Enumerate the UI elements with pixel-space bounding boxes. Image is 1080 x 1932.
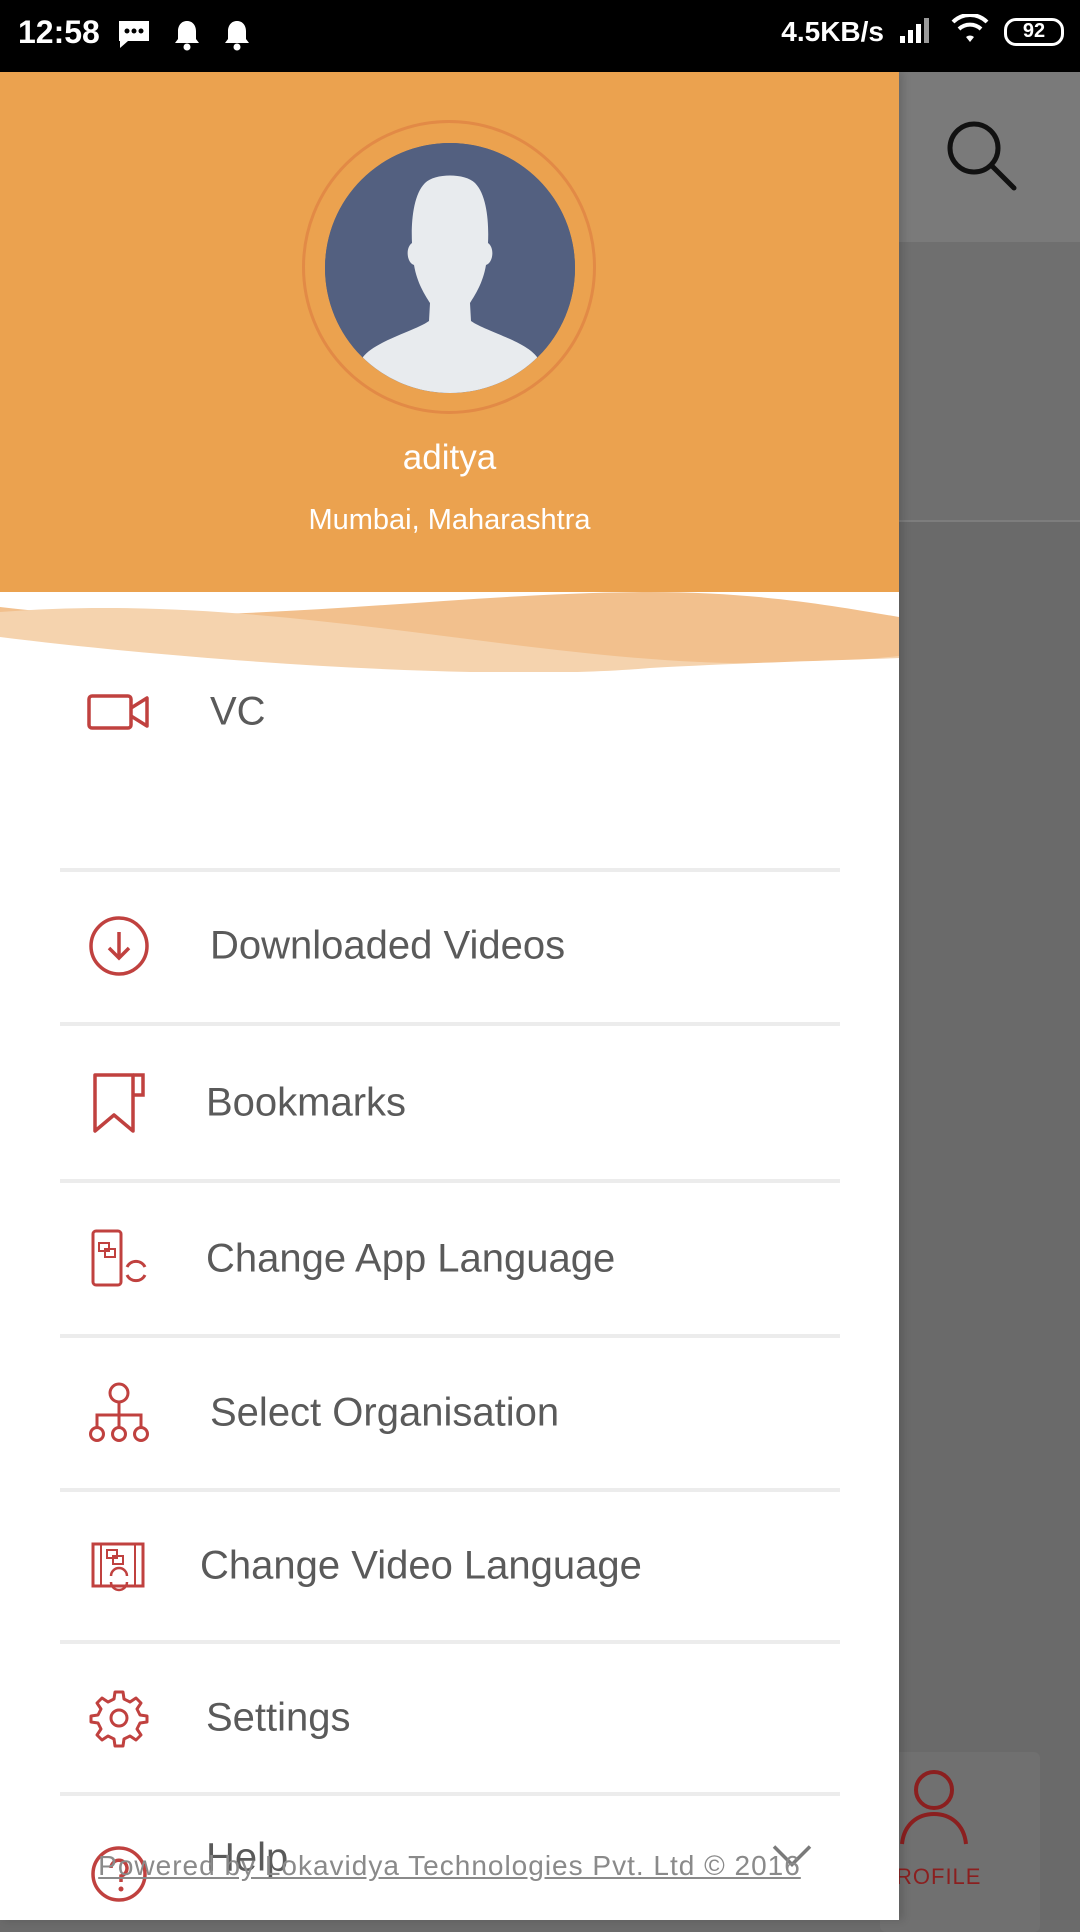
drawer-header: aditya Mumbai, Maharashtra: [0, 72, 899, 672]
video-camera-icon: [84, 677, 154, 747]
status-time: 12:58: [18, 14, 100, 50]
menu-item-label: Change Video Language: [200, 1543, 642, 1588]
profile-icon: [896, 1766, 972, 1851]
menu-item-label: Bookmarks: [206, 1080, 407, 1124]
battery-indicator: 92: [1004, 17, 1064, 46]
organisation-tree-icon: [84, 1378, 154, 1448]
menu-item-label: Settings: [206, 1695, 351, 1740]
menu-item-settings[interactable]: Settings: [60, 1644, 840, 1796]
menu-item-label: Downloaded Videos: [210, 923, 566, 968]
video-language-icon: [84, 1531, 154, 1601]
signal-icon: [898, 14, 936, 49]
wifi-icon: [950, 12, 990, 49]
default-user-silhouette-icon: [325, 143, 575, 393]
menu-item-label: Change App Language: [206, 1236, 616, 1280]
menu-item-bookmarks[interactable]: Bookmarks: [60, 1026, 840, 1183]
bell-notification-icon: [172, 18, 202, 57]
menu-item-change-app-language[interactable]: Change App Language: [60, 1183, 840, 1338]
menu-item-select-organisation[interactable]: Select Organisation: [60, 1338, 840, 1492]
download-circle-icon: [84, 911, 154, 981]
menu-item-downloaded-videos[interactable]: Downloaded Videos: [60, 870, 840, 1026]
footer-powered-by[interactable]: Powered by Lokavidya Technologies Pvt. L…: [0, 1850, 899, 1882]
user-name: aditya: [402, 438, 497, 477]
navigation-drawer: aditya Mumbai, Maharashtra VC Downloaded…: [0, 72, 899, 1920]
gear-icon: [84, 1683, 154, 1753]
profile-tab-label: ROFILE: [896, 1864, 982, 1889]
app-language-icon: [84, 1224, 154, 1294]
bell-notification-icon: [222, 18, 252, 57]
menu-item-vc[interactable]: VC: [60, 642, 840, 872]
menu-item-change-video-language[interactable]: Change Video Language: [60, 1492, 840, 1644]
bookmark-icon: [84, 1068, 154, 1138]
menu-item-label: VC: [210, 689, 266, 734]
network-speed: 4.5KB/s: [781, 15, 884, 47]
menu-item-label: Select Organisation: [210, 1390, 560, 1435]
avatar[interactable]: [325, 143, 575, 393]
user-location: Mumbai, Maharashtra: [308, 504, 591, 536]
message-notification-icon: [116, 18, 152, 57]
status-bar: 12:58 4.5KB/s 92: [0, 0, 1080, 72]
search-icon[interactable]: [944, 118, 1018, 197]
